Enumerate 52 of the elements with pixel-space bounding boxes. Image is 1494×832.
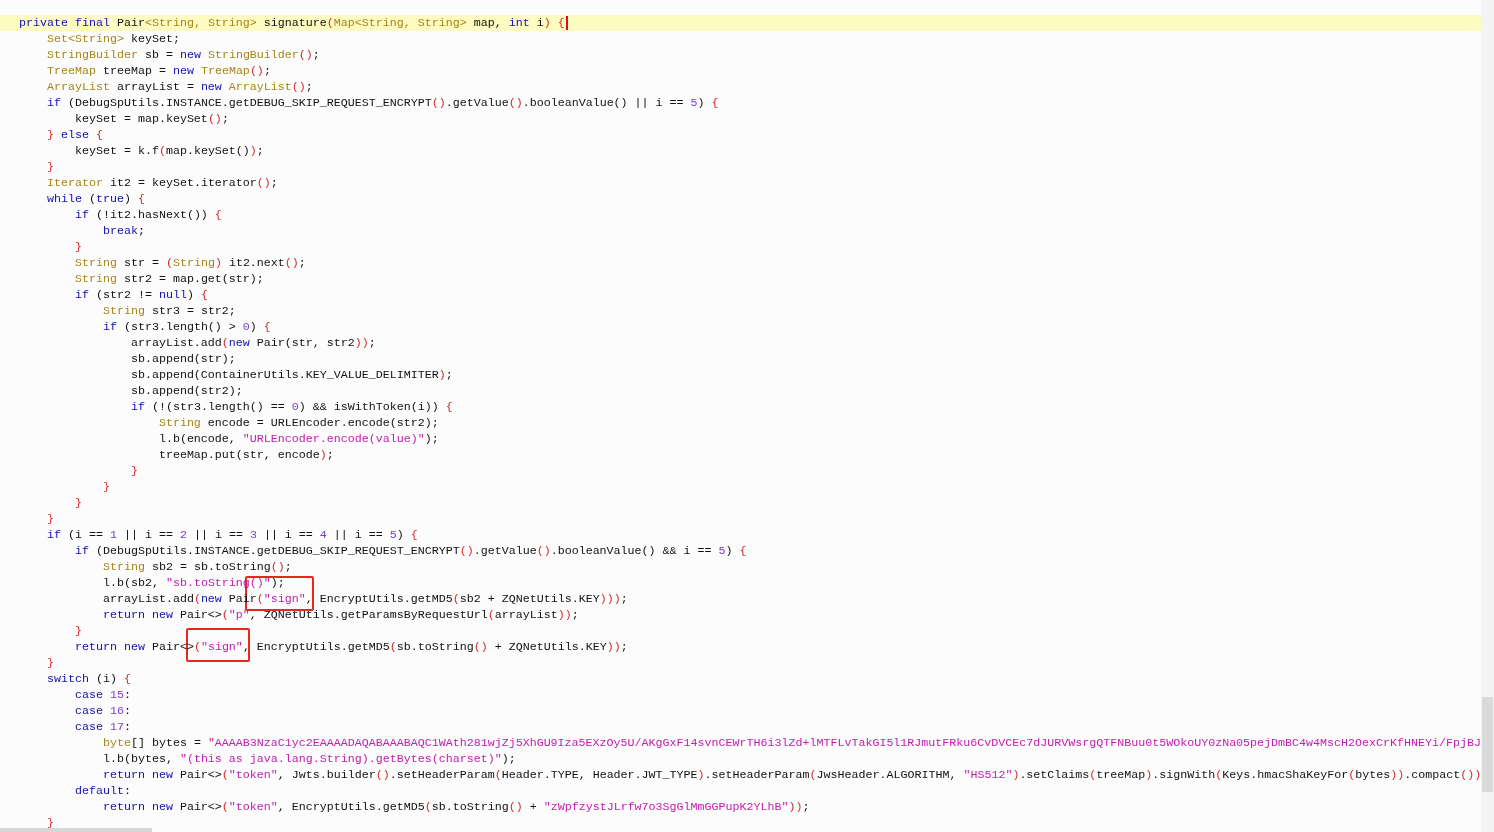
- code-line: TreeMap treeMap = new TreeMap();: [45, 63, 271, 79]
- code-line: return new Pair<>("token", EncryptUtils.getMD5(sb.toString() + "zWpfzystJLrfw7o3SgGlMmGGPupK2YLhB"));: [101, 799, 810, 815]
- code-line: }: [129, 463, 138, 479]
- code-line: case 15:: [73, 687, 131, 703]
- code-line: break;: [101, 223, 145, 239]
- code-line: sb.append(ContainerUtils.KEY_VALUE_DELIMITER);: [129, 367, 453, 383]
- code-line: Set<String> keySet;: [45, 31, 180, 47]
- code-line: if (DebugSpUtils.INSTANCE.getDEBUG_SKIP_REQUEST_ENCRYPT().getValue().booleanValue() && i == 5) {: [73, 543, 747, 559]
- code-line: default:: [73, 783, 131, 799]
- code-line: if (str2 != null) {: [73, 287, 208, 303]
- code-line: }: [73, 623, 82, 639]
- code-line: treeMap.put(str, encode);: [157, 447, 334, 463]
- code-line: byte[] bytes = "AAAAB3NzaC1yc2EAAAADAQABAAABAQC1WAth281wjZj5XhGU9Iza5EXzOy5U/AKgGxF14svnCEWrTH6i3lZd+lMTFLvTakGI5l1RJmutFRku6CvDVCEc7dJURVWsrgQTFNBuu0t5WOkoUY0zNa05pejDmBC4w4MscH2OexCrKfHNEYi/FpjBJ: [101, 735, 1481, 751]
- code-line: }: [101, 479, 110, 495]
- code-line: if (i == 1 || i == 2 || i == 3 || i == 4 || i == 5) {: [45, 527, 418, 543]
- code-line: String str2 = map.get(str);: [73, 271, 264, 287]
- code-line: if (!(str3.length() == 0) && isWithToken(i)) {: [129, 399, 453, 415]
- code-line: }: [45, 655, 54, 671]
- code-line: l.b(bytes, "(this as java.lang.String).getBytes(charset)");: [101, 751, 516, 767]
- code-line: } else {: [45, 127, 103, 143]
- code-line: ArrayList arrayList = new ArrayList();: [45, 79, 313, 95]
- code-line: String sb2 = sb.toString();: [101, 559, 292, 575]
- code-line: String encode = URLEncoder.encode(str2);: [157, 415, 439, 431]
- code-line: sb.append(str2);: [129, 383, 243, 399]
- code-line: switch (i) {: [45, 671, 131, 687]
- code-line: return new Pair<>("token", Jwts.builder().setHeaderParam(Header.TYPE, Header.JWT_TYPE).setHeaderParam(JwsHeader.ALGORITHM, "HS512").setClaims(treeMap).signWith(Keys.hmacShaKeyFor(bytes)).compact()): [101, 767, 1481, 783]
- code-line: Iterator it2 = keySet.iterator();: [45, 175, 278, 191]
- code-line: }: [73, 239, 82, 255]
- code-line: sb.append(str);: [129, 351, 236, 367]
- code-line: }: [45, 511, 54, 527]
- code-line: keySet = k.f(map.keySet());: [73, 143, 264, 159]
- code-line: String str3 = str2;: [101, 303, 236, 319]
- code-line: while (true) {: [45, 191, 145, 207]
- vertical-scrollbar[interactable]: [1481, 0, 1494, 832]
- code-line: }: [45, 159, 54, 175]
- code-line: return new Pair<>("p", ZQNetUtils.getParamsByRequestUrl(arrayList));: [101, 607, 579, 623]
- code-line: }: [73, 495, 82, 511]
- code-line: l.b(encode, "URLEncoder.encode(value)");: [157, 431, 439, 447]
- code-line: StringBuilder sb = new StringBuilder();: [45, 47, 320, 63]
- text-cursor: [565, 16, 568, 30]
- code-line: private final Pair<String, String> signature(Map<String, String> map, int i) {: [19, 15, 565, 31]
- scrollbar-thumb[interactable]: [1482, 697, 1493, 792]
- horizontal-scrollbar-thumb[interactable]: [0, 828, 152, 832]
- code-line: if (DebugSpUtils.INSTANCE.getDEBUG_SKIP_REQUEST_ENCRYPT().getValue().booleanValue() || i == 5) {: [45, 95, 719, 111]
- code-line: case 17:: [73, 719, 131, 735]
- code-line: arrayList.add(new Pair(str, str2));: [129, 335, 376, 351]
- code-line: if (!it2.hasNext()) {: [73, 207, 222, 223]
- code-line: String str = (String) it2.next();: [73, 255, 306, 271]
- code-line: keySet = map.keySet();: [73, 111, 229, 127]
- code-line: if (str3.length() > 0) {: [101, 319, 271, 335]
- code-line: case 16:: [73, 703, 131, 719]
- code-line: }: [45, 815, 54, 831]
